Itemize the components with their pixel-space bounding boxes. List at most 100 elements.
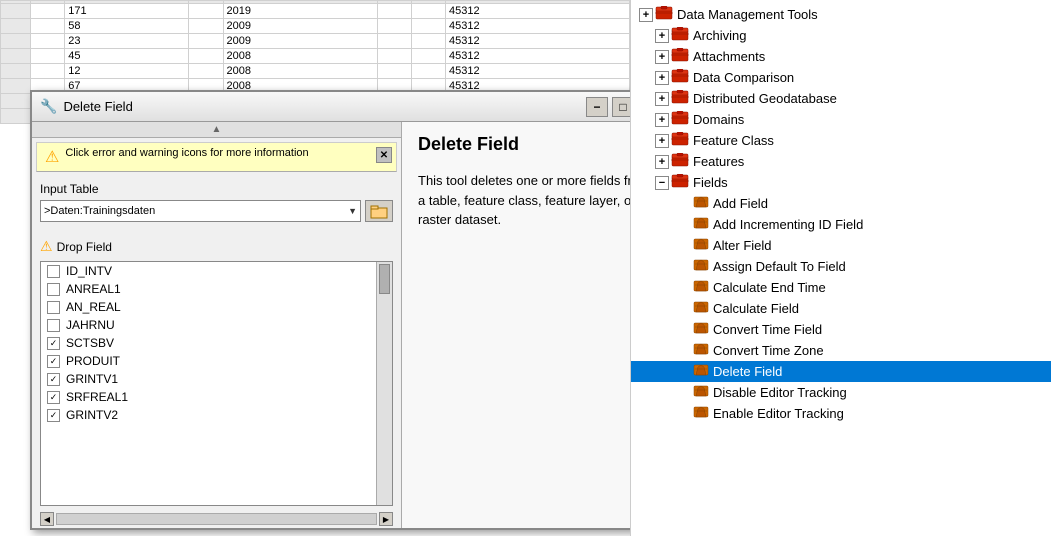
tree-expand-distributed-geodatabase[interactable]: + [655,92,669,106]
cell-4-1: 12 [65,64,189,79]
tool-icon-convert-time-field [693,321,709,338]
tree-item-delete-field[interactable]: Delete Field [631,361,1051,382]
scroll-left-button[interactable]: ◀ [40,512,54,526]
tree-item-fields[interactable]: − Fields [631,172,1051,193]
field-item-produit[interactable]: ✓ PRODUIT [41,352,392,370]
checkbox-sctsbv[interactable]: ✓ [47,337,60,350]
tree-item-convert-time-zone[interactable]: Convert Time Zone [631,340,1051,361]
toolbox-icon-feature-class [671,132,689,149]
field-item-anreal1[interactable]: ANREAL1 [41,280,392,298]
checkbox-jahrnu[interactable] [47,319,60,332]
tree-item-data-management-tools[interactable]: + Data Management Tools [631,4,1051,25]
tree-item-convert-time-field[interactable]: Convert Time Field [631,319,1051,340]
tree-item-disable-editor-tracking[interactable]: Disable Editor Tracking [631,382,1051,403]
field-item-grintv1[interactable]: ✓ GRINTV1 [41,370,392,388]
field-list-scrollbar[interactable] [376,262,392,505]
checkbox-id_intv[interactable] [47,265,60,278]
spreadsheet-area: 1712019453125820094531223200945312452008… [0,0,630,536]
cell-2-6: 45312 [446,34,630,49]
tree-item-attachments[interactable]: + Attachments [631,46,1051,67]
minimize-button[interactable]: − [586,97,608,117]
field-list-container[interactable]: ID_INTVANREAL1AN_REALJAHRNU✓SCTSBV✓PRODU… [40,261,393,506]
help-text: This tool deletes one or more fields fro… [418,171,630,230]
tree-item-distributed-geodatabase[interactable]: + Distributed Geodatabase [631,88,1051,109]
checkbox-grintv1[interactable]: ✓ [47,373,60,386]
tree-expand-data-comparison[interactable]: + [655,71,669,85]
dialog-window-controls: − □ ✕ [586,97,630,117]
field-item-id_intv[interactable]: ID_INTV [41,262,392,280]
cell-2-3: 2009 [223,34,377,49]
tree-expand-data-management-tools[interactable]: + [639,8,653,22]
drop-field-label-text: Drop Field [57,240,112,254]
field-label-an_real: AN_REAL [66,300,121,314]
tree-expand-domains[interactable]: + [655,113,669,127]
tool-icon-alter-field [693,237,709,254]
tree-expand-feature-class[interactable]: + [655,134,669,148]
tree-item-alter-field[interactable]: Alter Field [631,235,1051,256]
tool-icon-add-incrementing-id-field [693,216,709,233]
tree-item-add-incrementing-id-field[interactable]: Add Incrementing ID Field [631,214,1051,235]
scroll-right-button[interactable]: ▶ [379,512,393,526]
field-label-anreal1: ANREAL1 [66,282,121,296]
browse-button[interactable] [365,200,393,222]
checkbox-anreal1[interactable] [47,283,60,296]
toolbox-icon-archiving [671,27,689,44]
tree-expand-features[interactable]: + [655,155,669,169]
tree-item-calculate-field[interactable]: Calculate Field [631,298,1051,319]
tree-item-add-field[interactable]: Add Field [631,193,1051,214]
checkbox-srfreal1[interactable]: ✓ [47,391,60,404]
toolbox-icon-fields [671,174,689,191]
checkbox-an_real[interactable] [47,301,60,314]
cell-3-4 [377,49,411,64]
tree-item-domains[interactable]: + Domains [631,109,1051,130]
cell-4-0 [31,64,65,79]
row-number-5 [1,64,31,79]
cell-0-1: 171 [65,4,189,19]
input-table-dropdown[interactable]: >Daten:Trainingsdaten ▼ [40,200,361,222]
tree-label-data-management-tools: Data Management Tools [677,7,818,22]
tree-label-assign-default-to-field: Assign Default To Field [713,259,846,274]
field-label-jahrnu: JAHRNU [66,318,115,332]
tool-icon-convert-time-zone [693,342,709,359]
toolbox-icon-distributed-geodatabase [671,90,689,107]
tree-item-calculate-end-time[interactable]: Calculate End Time [631,277,1051,298]
dialog-left-panel: ▲ ⚠ Click error and warning icons for mo… [32,122,402,528]
maximize-button[interactable]: □ [612,97,630,117]
field-list: ID_INTVANREAL1AN_REALJAHRNU✓SCTSBV✓PRODU… [41,262,392,424]
field-label-grintv1: GRINTV1 [66,372,118,386]
row-number-2 [1,19,31,34]
tree-item-data-comparison[interactable]: + Data Comparison [631,67,1051,88]
cell-1-4 [377,19,411,34]
cell-0-2 [189,4,223,19]
field-label-produit: PRODUIT [66,354,120,368]
cell-3-0 [31,49,65,64]
tree-expand-attachments[interactable]: + [655,50,669,64]
toolbox-icon-data-comparison [671,69,689,86]
tree-expand-fields[interactable]: − [655,176,669,190]
field-item-an_real[interactable]: AN_REAL [41,298,392,316]
tree-item-archiving[interactable]: + Archiving [631,25,1051,46]
tree-item-features[interactable]: + Features [631,151,1051,172]
tree-item-enable-editor-tracking[interactable]: Enable Editor Tracking [631,403,1051,424]
checkbox-grintv2[interactable]: ✓ [47,409,60,422]
horizontal-scrollbar[interactable] [56,513,377,525]
browse-folder-icon [370,203,388,219]
field-item-srfreal1[interactable]: ✓SRFREAL1 [41,388,392,406]
field-item-sctsbv[interactable]: ✓SCTSBV [41,334,392,352]
cell-2-2 [189,34,223,49]
tree-label-disable-editor-tracking: Disable Editor Tracking [713,385,847,400]
field-item-grintv2[interactable]: ✓GRINTV2 [41,406,392,424]
tree-item-feature-class[interactable]: + Feature Class [631,130,1051,151]
cell-3-5 [411,49,445,64]
tree-item-assign-default-to-field[interactable]: Assign Default To Field [631,256,1051,277]
cell-1-3: 2009 [223,19,377,34]
cell-4-6: 45312 [446,64,630,79]
tree-label-feature-class: Feature Class [693,133,774,148]
warning-close-button[interactable]: ✕ [376,147,392,163]
tree-label-data-comparison: Data Comparison [693,70,794,85]
tree-expand-archiving[interactable]: + [655,29,669,43]
field-item-jahrnu[interactable]: JAHRNU [41,316,392,334]
checkbox-produit[interactable]: ✓ [47,355,60,368]
tool-icon-enable-editor-tracking [693,405,709,422]
tool-icon-calculate-end-time [693,279,709,296]
